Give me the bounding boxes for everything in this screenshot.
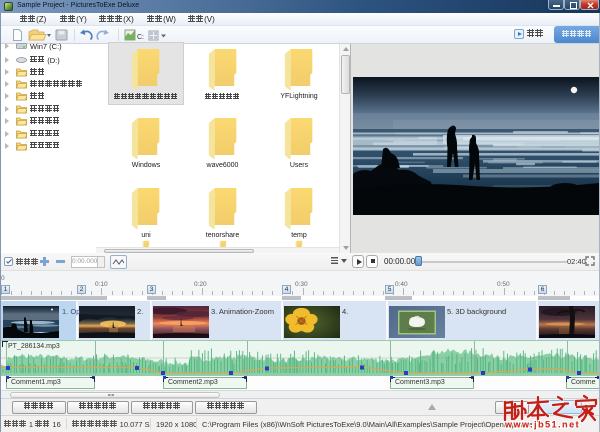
svg-text:C:: C:: [137, 34, 144, 41]
svg-text:www.jb51.net: www.jb51.net: [504, 420, 580, 430]
